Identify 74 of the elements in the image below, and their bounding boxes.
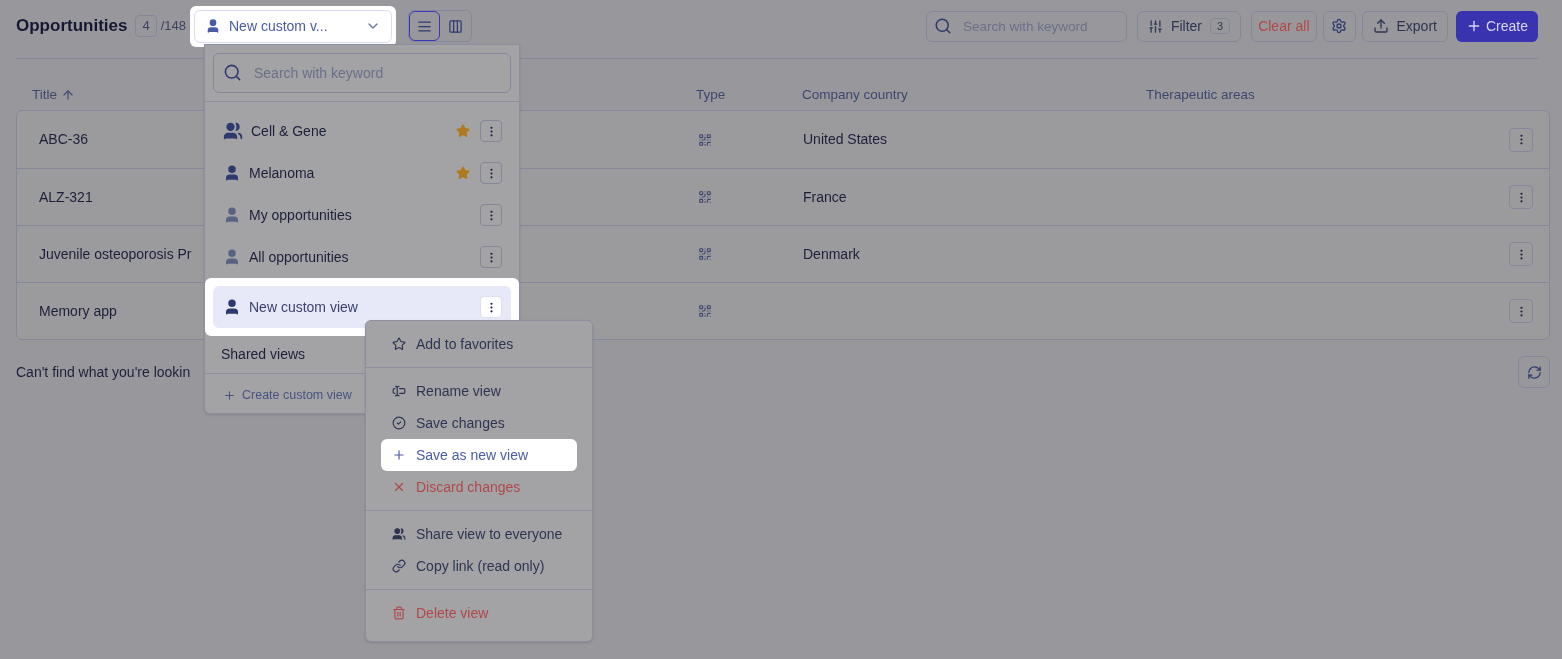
menu-item[interactable]: Add to favorites (381, 328, 577, 360)
view-item[interactable]: My opportunities (213, 194, 511, 236)
view-item[interactable]: All opportunities (213, 236, 511, 278)
link-icon (392, 559, 406, 573)
export-button[interactable]: Export (1361, 10, 1448, 42)
columns-icon (448, 18, 463, 34)
menu-item[interactable]: Save as new view (381, 439, 577, 471)
refresh-button[interactable] (1518, 356, 1550, 388)
view-menu-button[interactable] (480, 162, 502, 184)
view-item[interactable]: Melanoma (213, 152, 511, 194)
view-item[interactable]: New custom view (213, 286, 511, 328)
people-icon (392, 527, 406, 541)
filter-button[interactable]: Filter 3 (1136, 10, 1242, 42)
view-selector[interactable]: New custom v... (194, 9, 392, 43)
search-icon (933, 16, 952, 35)
count-badge: 4 (135, 15, 157, 37)
settings-icon (1331, 18, 1347, 34)
list-view-toggle[interactable] (409, 11, 440, 41)
person-icon (223, 206, 241, 224)
menu-item[interactable]: Copy link (read only) (381, 550, 577, 582)
column-header[interactable]: Company country (802, 84, 908, 106)
menu-item[interactable]: Share view to everyone (381, 518, 577, 550)
column-header[interactable]: Therapeutic areas (1146, 84, 1255, 106)
column-header[interactable]: Title (32, 84, 75, 106)
row-menu-button[interactable] (1509, 127, 1533, 152)
search-field[interactable]: Search with keyword (213, 53, 511, 93)
menu-item[interactable]: Save changes (381, 407, 577, 439)
table-cell: France (803, 188, 847, 205)
row-menu-button[interactable] (1509, 242, 1533, 266)
person-icon (205, 18, 221, 34)
help-text: Can't find what you're lookin (16, 362, 191, 382)
settings-button[interactable] (1322, 10, 1356, 42)
table-cell: Denmark (803, 245, 860, 262)
close-icon (392, 480, 406, 494)
qr-code-icon (698, 190, 712, 204)
check-circle-icon (392, 416, 406, 430)
trash-icon (392, 606, 406, 620)
search-icon (223, 63, 242, 82)
page-title: Opportunities (16, 15, 128, 38)
row-menu-button[interactable] (1509, 299, 1533, 323)
person-icon (223, 248, 241, 266)
refresh-icon (1526, 364, 1542, 380)
person-icon (223, 164, 241, 182)
column-header[interactable]: Type (696, 84, 726, 106)
qr-code-icon (698, 132, 712, 147)
table-cell-text: Memory app (38, 301, 117, 321)
star-icon[interactable] (456, 124, 470, 138)
people-icon (223, 121, 243, 141)
total-count: /148 (160, 17, 186, 36)
row-menu-button[interactable] (1509, 185, 1533, 209)
star-icon (392, 337, 406, 351)
section-heading: Shared views (221, 345, 306, 364)
table-cell: United States (803, 131, 888, 147)
upload-icon (1372, 18, 1389, 34)
sliders-icon (1147, 18, 1163, 34)
text-cursor-icon (392, 384, 406, 398)
view-menu-button[interactable] (480, 246, 502, 268)
table-cell-text: ALZ-321 (38, 187, 93, 207)
menu-item[interactable]: Rename view (381, 375, 577, 407)
filter-count: 3 (1210, 18, 1231, 34)
plus-icon (223, 388, 236, 402)
view-menu-button[interactable] (480, 204, 502, 226)
create-view-button[interactable]: Create custom view (223, 386, 352, 405)
create-button[interactable]: Create (1455, 10, 1538, 42)
qr-code-icon (698, 304, 712, 318)
plus-icon (392, 448, 406, 462)
qr-code-icon (698, 247, 712, 261)
star-icon[interactable] (456, 166, 470, 180)
view-item[interactable]: Cell & Gene (213, 110, 511, 152)
table-cell-text: Juvenile osteoporosis Pr (38, 244, 192, 264)
table-cell-text: ABC-36 (38, 130, 89, 149)
view-menu-button[interactable] (480, 120, 502, 142)
list-icon (417, 18, 432, 34)
person-icon (223, 298, 241, 316)
